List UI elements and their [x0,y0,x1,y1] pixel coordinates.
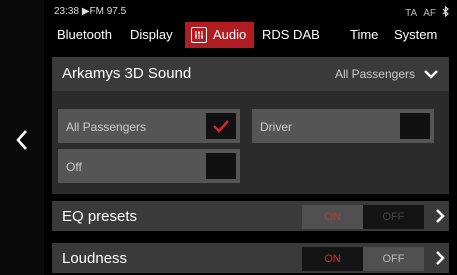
option-all-passengers[interactable]: All Passengers [58,109,240,143]
toggle-on[interactable]: ON [302,205,363,229]
tab-display[interactable]: Display [130,22,173,48]
tab-label: Bluetooth [57,27,112,42]
loudness-toggle[interactable]: ON OFF [302,247,424,271]
main-area: 23:38 ▶FM 97.5 TA AF Bluetooth Display A… [44,0,457,275]
arkamys-header[interactable]: Arkamys 3D Sound All Passengers [52,57,449,91]
eq-presets-toggle[interactable]: ON OFF [302,205,424,229]
status-bar: 23:38 ▶FM 97.5 TA AF [54,5,449,20]
row-label: Loudness [62,250,128,267]
arkamys-panel: Arkamys 3D Sound All Passengers All Pass… [52,57,449,194]
tab-time[interactable]: Time [350,22,378,48]
chevron-right-icon[interactable] [435,250,445,266]
af-indicator: AF [423,7,436,19]
loudness-row[interactable]: Loudness ON OFF [52,243,449,273]
checkbox[interactable] [206,153,236,179]
tab-label: Time [350,27,379,42]
tab-system[interactable]: System [394,22,437,48]
tab-bar: Bluetooth Display Audio RDS DAB Time Sys… [44,22,457,48]
toggle-on[interactable]: ON [302,247,363,271]
chevron-right-icon[interactable] [435,208,445,224]
bluetooth-icon [442,5,449,20]
tab-label: System [394,27,438,42]
toggle-off[interactable]: OFF [363,205,424,229]
panel-title: Arkamys 3D Sound [62,65,192,82]
option-off[interactable]: Off [58,149,240,183]
tab-label: Display [130,27,173,42]
option-label: Off [66,160,82,174]
clock: 23:38 [54,6,80,17]
tab-label: RDS DAB [262,27,320,42]
left-strip [0,0,44,275]
radio-source: FM 97.5 [89,6,127,17]
ta-indicator: TA [405,7,418,19]
status-time-source: 23:38 ▶FM 97.5 [54,6,126,17]
toggle-off[interactable]: OFF [363,247,424,271]
status-indicators: TA AF [405,5,449,20]
checkbox[interactable] [400,113,430,139]
option-label: Driver [260,120,292,134]
tab-rds-dab[interactable]: RDS DAB [262,22,320,48]
equalizer-icon [191,27,207,43]
tab-label: Audio [213,27,247,42]
row-label: EQ presets [62,208,138,225]
panel-selected-value: All Passengers [334,67,415,81]
back-button[interactable] [8,122,36,158]
checkmark-icon [213,120,229,133]
eq-presets-row[interactable]: EQ presets ON OFF [52,201,449,231]
tab-bluetooth[interactable]: Bluetooth [57,22,112,48]
checkbox[interactable] [206,113,236,139]
play-icon: ▶ [81,6,90,17]
option-label: All Passengers [66,120,147,134]
chevron-down-icon [424,70,438,79]
chevron-left-icon [16,130,27,150]
option-driver[interactable]: Driver [252,109,434,143]
tab-audio[interactable]: Audio [185,22,255,48]
